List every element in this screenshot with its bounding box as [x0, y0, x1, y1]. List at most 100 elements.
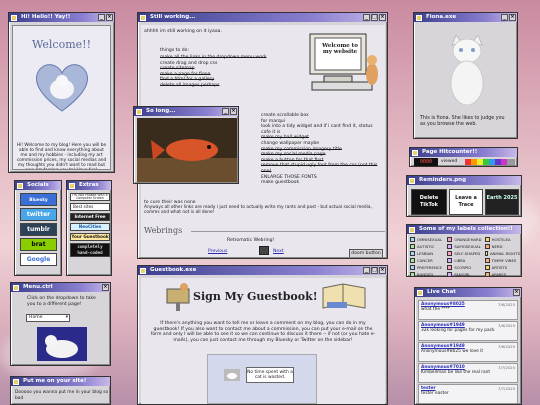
extras-window: Extras I'm Not Phased With a Computer Sc… — [66, 180, 112, 276]
fiona-title: Fiona.exe — [426, 14, 457, 20]
guestbook-window: Guestbook.exe _ □ × Sign My Guestbook! If t… — [137, 265, 388, 405]
todo-item: make all the links in the dropdown menu … — [160, 55, 267, 60]
label-icon — [447, 272, 453, 276]
guestbook-titlebar[interactable]: Guestbook.exe _ □ × — [138, 266, 387, 275]
webring-icon — [259, 246, 269, 255]
hi-window-title: Hi! Hello!! Yay!! — [21, 14, 71, 20]
reminders-titlebar[interactable]: Reminders.png — [407, 176, 521, 185]
label-tag: SCORPIO — [447, 264, 482, 271]
labels-titlebar[interactable]: Some of my labels collection!! — [407, 225, 521, 234]
label-tag: AUTISTIC — [410, 243, 445, 250]
chat-text: Anonymous#8025 we love it — [421, 349, 484, 354]
extras-titlebar[interactable]: Extras — [67, 181, 111, 190]
webring-next-link[interactable]: Next — [273, 249, 284, 255]
label-icon — [447, 237, 453, 242]
chat-date: 7/6/2025 — [497, 344, 515, 349]
socials-titlebar[interactable]: Socials — [15, 181, 61, 190]
label-icon — [410, 237, 415, 242]
chat-messages: Anonymous#8025 7/6/2025 what the **** Anony… — [415, 298, 521, 404]
minimize-icon[interactable]: _ — [363, 267, 370, 274]
label-icon — [484, 237, 490, 242]
menu-titlebar[interactable]: Menu.ctrl × — [11, 283, 110, 292]
label-tag: HOSTILEA — [484, 236, 520, 243]
label-icon — [410, 272, 415, 276]
label-tag: SELF-SHAPED — [447, 250, 482, 257]
page-select-value: Home — [29, 315, 43, 320]
labels-title: Some of my labels collection!! — [419, 226, 513, 232]
close-icon[interactable]: × — [379, 14, 386, 21]
minimize-icon[interactable]: _ — [98, 14, 105, 21]
so-long-titlebar[interactable]: So long... _ × — [134, 107, 238, 116]
minimize-icon[interactable]: _ — [501, 14, 508, 21]
putme-titlebar[interactable]: Put me on your site! — [11, 377, 110, 386]
label-icon — [410, 258, 415, 263]
menu-window: Menu.ctrl × Click on the dropdown to take… — [10, 282, 111, 366]
window-icon — [17, 182, 23, 189]
hitcounter-window: Page Hitcounter!! 0000 viewed — [409, 147, 518, 167]
chat-date: 7/6/2025 — [497, 323, 515, 328]
hi-window-titlebar[interactable]: Hi! Hello!! Yay!! _ × — [9, 13, 114, 22]
tumblr-button[interactable]: tumblr — [20, 223, 57, 236]
maximize-icon[interactable]: □ — [371, 14, 378, 21]
close-icon[interactable]: × — [509, 14, 516, 21]
label-tag: ORANGEHARD — [447, 236, 482, 243]
label-icon — [447, 265, 453, 270]
still-working-titlebar[interactable]: Still working... _ □ × — [138, 13, 387, 22]
close-icon[interactable]: × — [102, 284, 109, 291]
label-text: ORANGEHARD — [454, 237, 482, 242]
internet-free-badge: Internet Free — [70, 213, 110, 221]
label-text: ARMIES — [491, 272, 507, 277]
label-tag: ARTISTS — [484, 264, 520, 271]
chat-message: Anonymous#1949 7/6/2025 Anonymous#8025 we … — [418, 342, 518, 362]
twitter-button[interactable]: twitter — [20, 208, 57, 221]
fiona-titlebar[interactable]: Fiona.exe _ × — [414, 13, 517, 22]
hi-window: Hi! Hello!! Yay!! _ × Welcome!! Hi! Welcom… — [8, 12, 115, 173]
welcome-heading: Welcome!! — [31, 38, 91, 51]
page-select[interactable]: Home ▾ — [26, 314, 70, 322]
still-working-title: Still working... — [150, 14, 196, 20]
chat-message: Anonymous#8025 7/6/2025 what the **** — [418, 300, 518, 320]
label-text: NERD — [491, 244, 503, 249]
putme-window: Put me on your site! Dooooo you wanna pu… — [10, 376, 111, 405]
brat-button[interactable]: brat — [20, 238, 57, 251]
label-tag: LESBIAN — [410, 250, 445, 257]
window-icon — [11, 14, 17, 21]
stream-button[interactable]: doom button — [349, 249, 383, 257]
close-icon[interactable]: × — [230, 108, 237, 115]
guestbook-note: No time spent with a cat is wasted. — [246, 367, 294, 383]
chat-message: tester 7/7/2025 tester easter — [418, 384, 518, 404]
close-icon[interactable]: × — [513, 289, 520, 296]
label-text: ANIMAL RIGHTS — [489, 251, 520, 256]
guestbook-badge: Your Guestbook — [70, 233, 110, 241]
minimize-icon[interactable]: _ — [222, 108, 229, 115]
label-tag: LIBRA — [447, 257, 482, 264]
label-icon — [447, 258, 453, 263]
todo-list-top: make all the links in the dropdown menu … — [160, 55, 280, 89]
mailbox-cat-icon — [166, 283, 190, 311]
chat-text: Kimbellman be like the real rant — [421, 370, 491, 375]
bluesky-button[interactable]: Bluesky — [20, 193, 57, 206]
hand-coded-badge: completely hand-coded — [70, 243, 110, 257]
label-tag: SAPIOSEXUAL — [447, 243, 482, 250]
window-icon — [13, 378, 19, 385]
label-text: ARTISTS — [491, 265, 508, 270]
close-icon[interactable]: × — [379, 267, 386, 274]
minimize-icon[interactable]: _ — [363, 14, 370, 21]
label-text: BANDED — [417, 272, 434, 277]
close-icon[interactable]: × — [106, 14, 113, 21]
google-button[interactable]: Google — [20, 253, 57, 266]
webring-prev-link[interactable]: Previous — [208, 249, 227, 255]
label-tag: ANIMAL RIGHTS — [484, 250, 520, 257]
label-icon — [484, 265, 490, 270]
maximize-icon[interactable]: □ — [371, 267, 378, 274]
todo-list-bottom: create scrollable box for marqui look into… — [261, 113, 383, 186]
best-sites-select[interactable]: Best sites — [70, 203, 110, 211]
live-chat-titlebar[interactable]: Live Chat × — [415, 288, 521, 297]
todo-item: look into a tidy widget and if i cant fi… — [261, 124, 373, 135]
window-icon — [69, 182, 75, 189]
window-icon — [416, 14, 422, 21]
hitcounter-titlebar[interactable]: Page Hitcounter!! — [410, 148, 517, 157]
so-long-title: So long... — [146, 108, 176, 114]
cat-photo — [224, 369, 240, 381]
label-text: CANCER — [417, 258, 433, 263]
